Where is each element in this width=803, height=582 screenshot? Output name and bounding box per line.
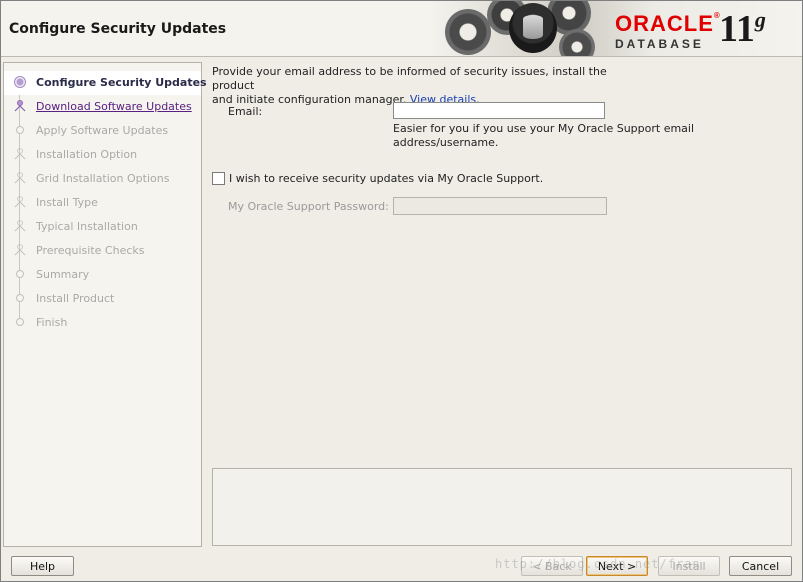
step-dot-icon <box>14 124 26 136</box>
step-label: Apply Software Updates <box>36 124 169 137</box>
step-grid-installation-options: Grid Installation Options <box>4 167 201 191</box>
step-label: Download Software Updates <box>36 100 192 113</box>
email-hint: Easier for you if you use your My Oracle… <box>393 122 695 149</box>
gear-icon <box>559 29 595 56</box>
step-typical-installation: Typical Installation <box>4 215 201 239</box>
step-install-type: Install Type <box>4 191 201 215</box>
next-button[interactable]: Next > <box>586 556 648 576</box>
current-step-icon <box>14 76 26 88</box>
security-updates-checkbox-label[interactable]: I wish to receive security updates via M… <box>229 172 543 185</box>
security-updates-checkbox[interactable] <box>212 172 225 185</box>
intro-text: Provide your email address to be informe… <box>212 65 652 107</box>
step-label: Installation Option <box>36 148 138 161</box>
step-label: Install Type <box>36 196 98 209</box>
help-button[interactable]: Help <box>11 556 74 576</box>
step-label: Grid Installation Options <box>36 172 170 185</box>
step-person-icon <box>14 148 26 160</box>
header: Configure Security Updates ORACLE® DATAB… <box>1 1 802 57</box>
step-download-software-updates[interactable]: Download Software Updates <box>4 95 201 119</box>
step-person-icon <box>14 100 26 112</box>
cancel-button[interactable]: Cancel <box>729 556 792 576</box>
step-person-icon <box>14 172 26 184</box>
version-logo: 11g <box>719 7 766 50</box>
install-button[interactable]: Install <box>658 556 720 576</box>
step-dot-icon <box>14 268 26 280</box>
email-label: Email: <box>228 105 263 118</box>
gear-icon <box>445 9 491 55</box>
database-cylinder-icon <box>523 15 543 39</box>
password-field <box>393 197 607 215</box>
oracle-logo: ORACLE® <box>615 11 721 36</box>
database-logo: DATABASE <box>615 37 704 51</box>
step-dot-icon <box>14 292 26 304</box>
step-summary: Summary <box>4 263 201 287</box>
password-label: My Oracle Support Password: <box>228 200 389 213</box>
step-person-icon <box>14 220 26 232</box>
step-label: Install Product <box>36 292 115 305</box>
intro-line: Provide your email address to be informe… <box>212 65 607 92</box>
step-label: Configure Security Updates <box>36 76 207 89</box>
step-person-icon <box>14 244 26 256</box>
message-pane <box>212 468 792 546</box>
step-label: Summary <box>36 268 90 281</box>
back-button[interactable]: < Back <box>521 556 583 576</box>
step-dot-icon <box>14 316 26 328</box>
installer-window: Configure Security Updates ORACLE® DATAB… <box>0 0 803 582</box>
email-field[interactable] <box>393 102 605 119</box>
step-configure-security-updates[interactable]: Configure Security Updates <box>4 71 207 95</box>
step-install-product: Install Product <box>4 287 201 311</box>
step-label: Typical Installation <box>36 220 138 233</box>
step-person-icon <box>14 196 26 208</box>
step-apply-software-updates: Apply Software Updates <box>4 119 201 143</box>
step-label: Finish <box>36 316 68 329</box>
step-finish: Finish <box>4 311 201 335</box>
page-title: Configure Security Updates <box>9 21 227 37</box>
oracle-banner: ORACLE® DATABASE 11g <box>429 1 802 56</box>
step-label: Prerequisite Checks <box>36 244 145 257</box>
step-installation-option: Installation Option <box>4 143 201 167</box>
steps-sidebar: Configure Security Updates Download Soft… <box>3 62 207 547</box>
step-prerequisite-checks: Prerequisite Checks <box>4 239 201 263</box>
